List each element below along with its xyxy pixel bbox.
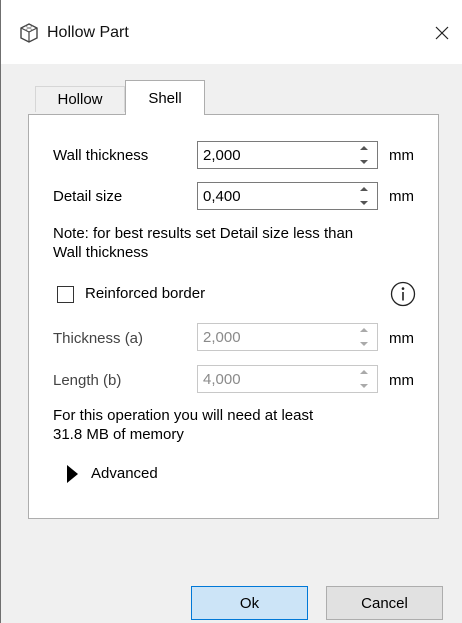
wall-thickness-unit: mm: [389, 147, 414, 164]
tab-hollow-label: Hollow: [57, 91, 103, 108]
thickness-a-input[interactable]: 2,000: [197, 323, 378, 351]
tab-hollow[interactable]: Hollow: [35, 86, 125, 112]
length-b-value: 4,000: [203, 371, 241, 388]
memory-note: For this operation you will need at leas…: [53, 406, 313, 444]
shell-tab-panel: Wall thickness 2,000 mm Detail size 0,40…: [28, 114, 439, 519]
cancel-button-label: Cancel: [361, 594, 408, 612]
thickness-a-unit: mm: [389, 330, 414, 347]
thickness-a-value: 2,000: [203, 329, 241, 346]
note-line-2: Wall thickness: [53, 244, 149, 261]
detail-size-stepper[interactable]: [359, 187, 369, 205]
expand-arrow-icon[interactable]: [67, 465, 78, 483]
hollow-part-dialog: Hollow Part Hollow Shell Wall thickness …: [0, 0, 462, 623]
note-line-1: Note: for best results set Detail size l…: [53, 225, 354, 242]
window-title: Hollow Part: [47, 24, 129, 41]
spin-up-icon[interactable]: [360, 187, 368, 191]
note-text: Note: for best results set Detail size l…: [53, 224, 353, 262]
ok-button-label: Ok: [239, 594, 260, 612]
spin-down-icon[interactable]: [360, 384, 368, 388]
cancel-button[interactable]: Cancel: [326, 586, 443, 620]
cube-outline-icon: [20, 23, 38, 43]
wall-thickness-label: Wall thickness: [53, 147, 149, 164]
detail-size-unit: mm: [389, 188, 414, 205]
length-b-stepper[interactable]: [359, 370, 369, 388]
tab-shell-label: Shell: [148, 89, 182, 107]
memory-line-1: For this operation you will need at leas…: [53, 407, 314, 424]
detail-size-input[interactable]: 0,400: [197, 182, 378, 210]
info-icon[interactable]: [390, 281, 416, 307]
length-b-unit: mm: [389, 372, 414, 389]
title-bar: Hollow Part: [1, 0, 462, 64]
close-icon: [435, 26, 449, 40]
spin-up-icon[interactable]: [360, 146, 368, 150]
length-b-label: Length (b): [53, 372, 122, 389]
detail-size-value: 0,400: [203, 188, 241, 205]
close-button[interactable]: [422, 14, 462, 52]
ok-button[interactable]: Ok: [191, 586, 308, 620]
thickness-a-label: Thickness (a): [53, 330, 144, 347]
tab-shell[interactable]: Shell: [125, 80, 205, 115]
detail-size-label: Detail size: [53, 188, 123, 205]
spin-up-icon[interactable]: [360, 328, 368, 332]
thickness-a-stepper[interactable]: [359, 328, 369, 346]
memory-line-2: 31.8 MB of memory: [53, 426, 184, 443]
spin-up-icon[interactable]: [360, 370, 368, 374]
wall-thickness-value: 2,000: [203, 147, 241, 164]
length-b-input[interactable]: 4,000: [197, 365, 378, 393]
spin-down-icon[interactable]: [360, 342, 368, 346]
advanced-toggle[interactable]: Advanced: [91, 465, 158, 482]
wall-thickness-input[interactable]: 2,000: [197, 141, 378, 169]
spin-down-icon[interactable]: [360, 201, 368, 205]
reinforced-border-checkbox[interactable]: [57, 286, 74, 303]
wall-thickness-stepper[interactable]: [359, 146, 369, 164]
reinforced-border-label[interactable]: Reinforced border: [85, 285, 205, 302]
spin-down-icon[interactable]: [360, 160, 368, 164]
